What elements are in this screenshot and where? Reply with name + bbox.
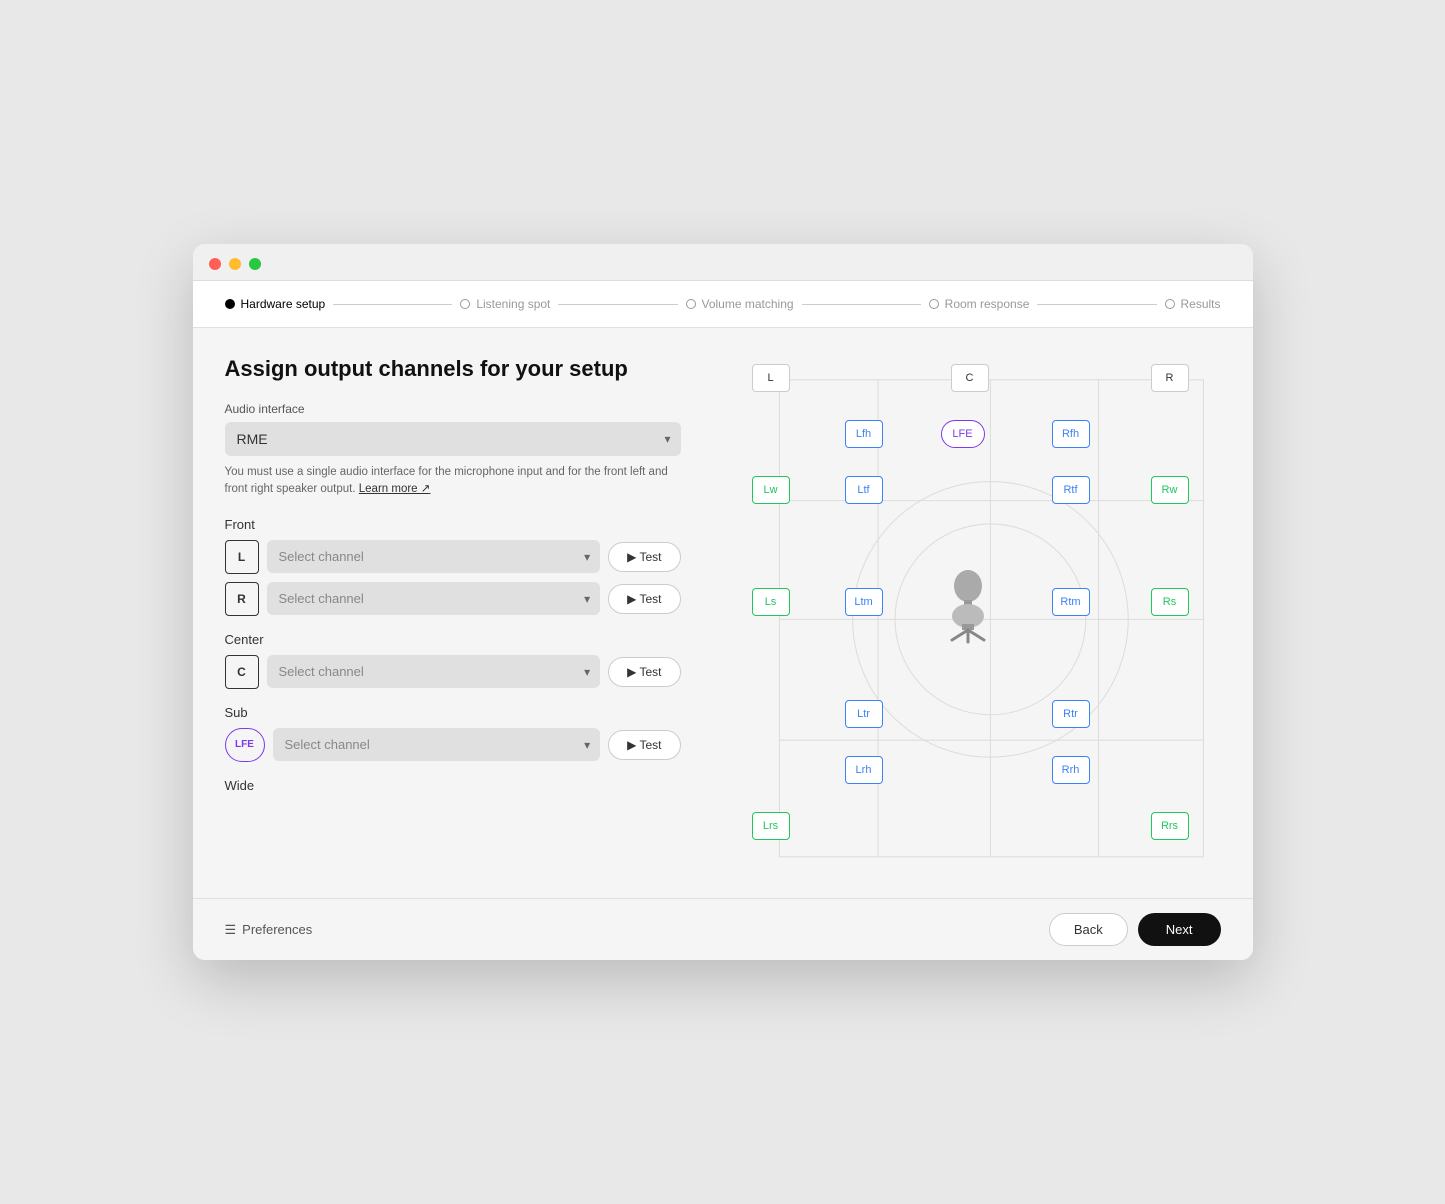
- page-title: Assign output channels for your setup: [225, 356, 681, 382]
- channel-group-center: Center C Select channel ▾ ▶ Test: [225, 632, 681, 689]
- spk-Rtr[interactable]: Rtr: [1052, 700, 1090, 728]
- channel-select-C-wrapper: Select channel ▾: [267, 655, 601, 688]
- spk-Rw[interactable]: Rw: [1151, 476, 1189, 504]
- microphone-figure: [928, 564, 1008, 644]
- group-title-wide: Wide: [225, 778, 681, 793]
- test-button-LFE[interactable]: ▶ Test: [608, 730, 680, 760]
- footer-actions: Back Next: [1049, 913, 1221, 946]
- main-content: Assign output channels for your setup Au…: [193, 328, 1253, 898]
- preferences-button[interactable]: ☰ Preferences: [225, 922, 313, 938]
- step-listening-dot: [460, 299, 470, 309]
- next-button[interactable]: Next: [1138, 913, 1221, 946]
- step-volume-dot: [686, 299, 696, 309]
- spk-Ltm[interactable]: Ltm: [845, 588, 883, 616]
- channel-row-L: L Select channel ▾ ▶ Test: [225, 540, 681, 574]
- channel-select-L-wrapper: Select channel ▾: [267, 540, 601, 573]
- app-window: Hardware setup Listening spot Volume mat…: [193, 244, 1253, 960]
- channel-group-sub: Sub LFE Select channel ▾ ▶ Test: [225, 705, 681, 762]
- spk-Rtf[interactable]: Rtf: [1052, 476, 1090, 504]
- channel-row-R: R Select channel ▾ ▶ Test: [225, 582, 681, 616]
- step-room[interactable]: Room response: [929, 297, 1030, 311]
- step-results-dot: [1165, 299, 1175, 309]
- test-button-R[interactable]: ▶ Test: [608, 584, 680, 614]
- spk-Lrh[interactable]: Lrh: [845, 756, 883, 784]
- preferences-icon: ☰: [225, 922, 237, 938]
- step-results-label: Results: [1181, 297, 1221, 311]
- titlebar: [193, 244, 1253, 281]
- channel-group-wide: Wide: [225, 778, 681, 793]
- spk-C[interactable]: C: [951, 364, 989, 392]
- channel-group-front: Front L Select channel ▾ ▶ Test R: [225, 517, 681, 616]
- group-title-front: Front: [225, 517, 681, 532]
- step-hardware-dot: [225, 299, 235, 309]
- spk-Rrh[interactable]: Rrh: [1052, 756, 1090, 784]
- channel-select-LFE[interactable]: Select channel: [273, 728, 601, 761]
- spk-Lw[interactable]: Lw: [752, 476, 790, 504]
- audio-interface-section: Audio interface RME ▾ You must use a sin…: [225, 402, 681, 499]
- channel-badge-L: L: [225, 540, 259, 574]
- channel-select-R-wrapper: Select channel ▾: [267, 582, 601, 615]
- spk-Rfh[interactable]: Rfh: [1052, 420, 1090, 448]
- spk-Ltf[interactable]: Ltf: [845, 476, 883, 504]
- progress-line-2: [558, 304, 677, 305]
- test-button-L[interactable]: ▶ Test: [608, 542, 680, 572]
- spk-Rrs[interactable]: Rrs: [1151, 812, 1189, 840]
- progress-line-3: [802, 304, 921, 305]
- footer: ☰ Preferences Back Next: [193, 898, 1253, 960]
- test-button-C[interactable]: ▶ Test: [608, 657, 680, 687]
- back-button[interactable]: Back: [1049, 913, 1128, 946]
- progress-line-4: [1037, 304, 1156, 305]
- preferences-label: Preferences: [242, 922, 312, 937]
- channel-select-LFE-wrapper: Select channel ▾: [273, 728, 601, 761]
- channel-badge-R: R: [225, 582, 259, 616]
- maximize-button[interactable]: [249, 258, 261, 270]
- channel-select-L[interactable]: Select channel: [267, 540, 601, 573]
- audio-interface-select-wrapper: RME ▾: [225, 422, 681, 456]
- channel-row-C: C Select channel ▾ ▶ Test: [225, 655, 681, 689]
- audio-interface-label: Audio interface: [225, 402, 681, 416]
- progress-bar: Hardware setup Listening spot Volume mat…: [193, 281, 1253, 328]
- spk-Ltr[interactable]: Ltr: [845, 700, 883, 728]
- step-volume-label: Volume matching: [702, 297, 794, 311]
- spk-R[interactable]: R: [1151, 364, 1189, 392]
- step-results[interactable]: Results: [1165, 297, 1221, 311]
- audio-interface-select[interactable]: RME: [225, 422, 681, 456]
- step-room-dot: [929, 299, 939, 309]
- spk-Rtm[interactable]: Rtm: [1052, 588, 1090, 616]
- spk-L[interactable]: L: [752, 364, 790, 392]
- step-listening-label: Listening spot: [476, 297, 550, 311]
- channel-select-C[interactable]: Select channel: [267, 655, 601, 688]
- group-title-sub: Sub: [225, 705, 681, 720]
- channel-row-LFE: LFE Select channel ▾ ▶ Test: [225, 728, 681, 762]
- channel-select-R[interactable]: Select channel: [267, 582, 601, 615]
- spk-Ls[interactable]: Ls: [752, 588, 790, 616]
- speaker-diagram: L C R Lfh LFE Rfh Lw Ltf Rtf Rw: [733, 348, 1233, 878]
- right-panel: L C R Lfh LFE Rfh Lw Ltf Rtf Rw: [713, 328, 1253, 898]
- group-title-center: Center: [225, 632, 681, 647]
- left-panel: Assign output channels for your setup Au…: [193, 328, 713, 898]
- spk-Lrs[interactable]: Lrs: [752, 812, 790, 840]
- spk-LFE[interactable]: LFE: [941, 420, 985, 448]
- info-text: You must use a single audio interface fo…: [225, 464, 681, 499]
- step-hardware[interactable]: Hardware setup: [225, 297, 326, 311]
- step-volume[interactable]: Volume matching: [686, 297, 794, 311]
- step-room-label: Room response: [945, 297, 1030, 311]
- spk-Lfh[interactable]: Lfh: [845, 420, 883, 448]
- channel-badge-C: C: [225, 655, 259, 689]
- step-hardware-label: Hardware setup: [241, 297, 326, 311]
- learn-more-link[interactable]: Learn more ↗: [359, 483, 431, 495]
- channel-badge-LFE: LFE: [225, 728, 265, 762]
- progress-line-1: [333, 304, 452, 305]
- minimize-button[interactable]: [229, 258, 241, 270]
- step-listening[interactable]: Listening spot: [460, 297, 550, 311]
- spk-Rs[interactable]: Rs: [1151, 588, 1189, 616]
- close-button[interactable]: [209, 258, 221, 270]
